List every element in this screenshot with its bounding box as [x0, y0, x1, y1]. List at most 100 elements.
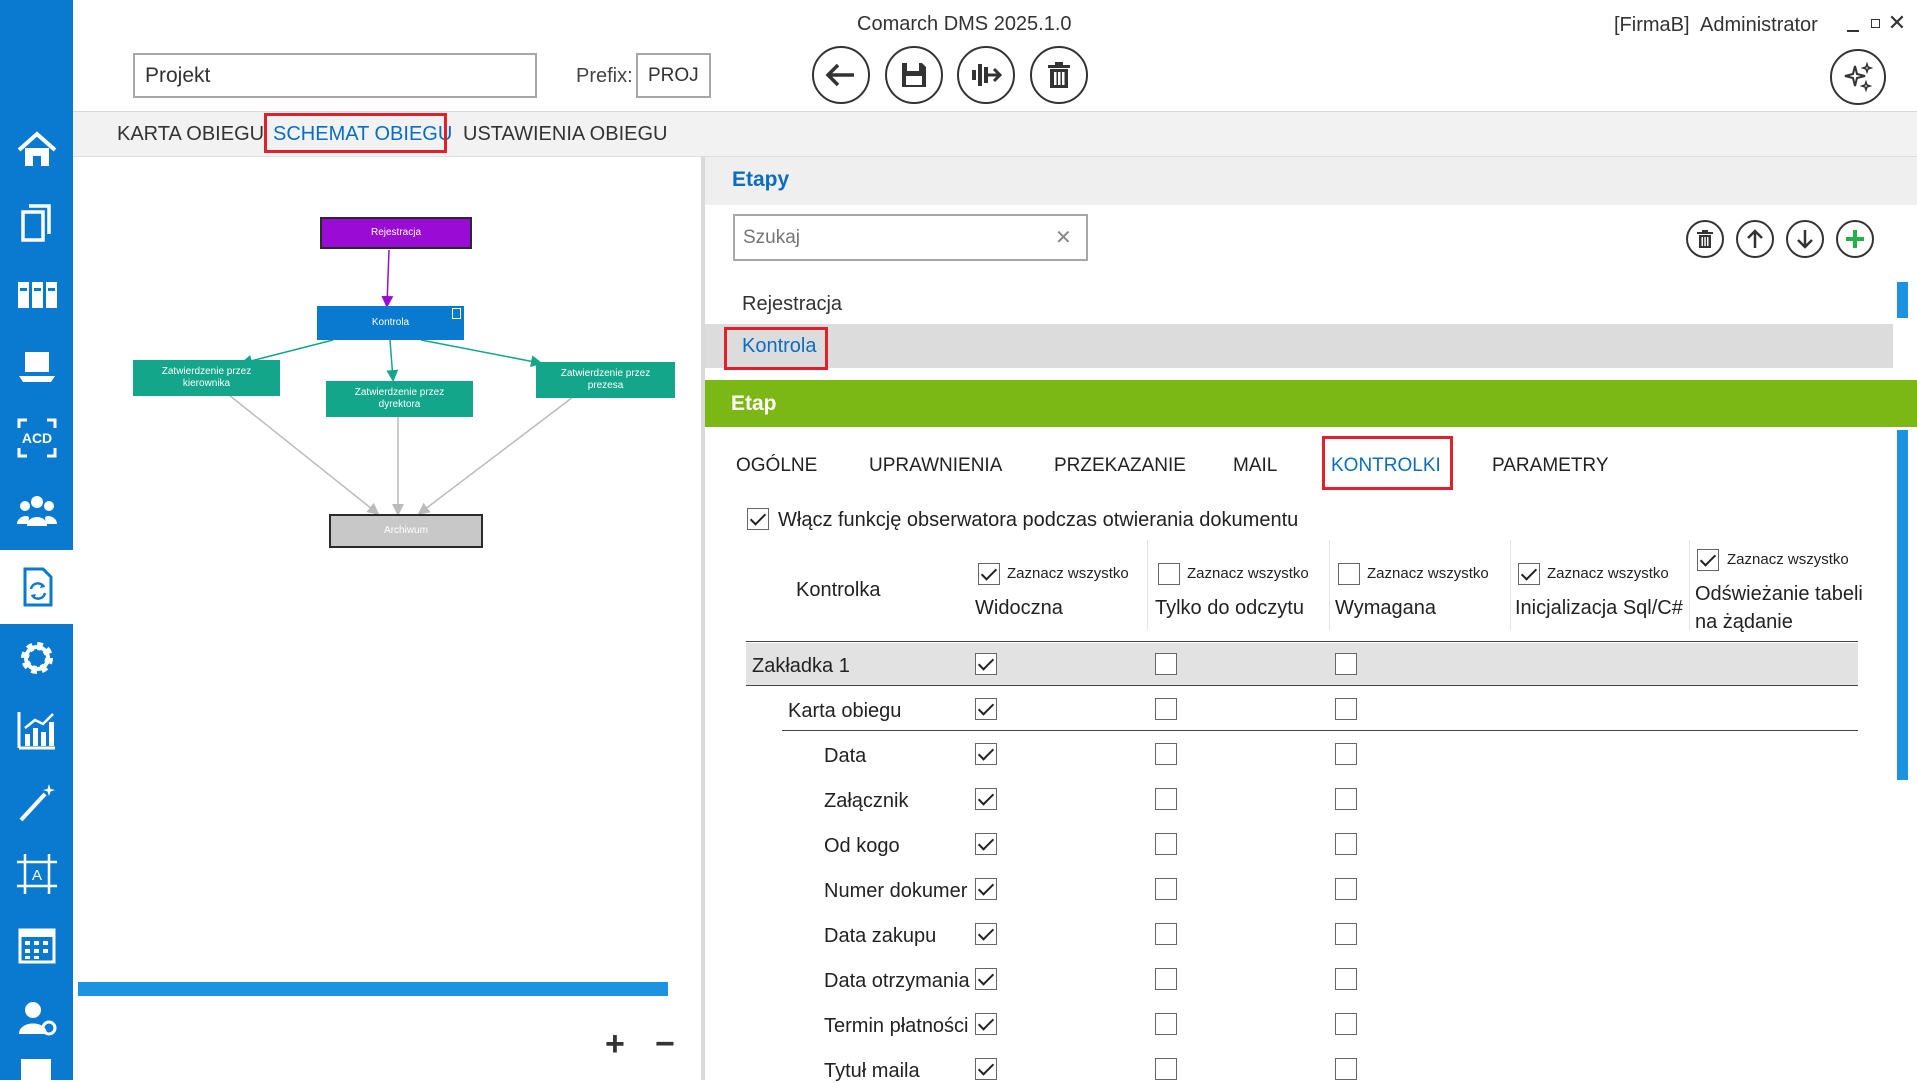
checkbox-tylko-do-odczytu[interactable]	[1155, 788, 1177, 810]
nav-settings[interactable]	[0, 622, 73, 694]
checkbox-tylko-do-odczytu[interactable]	[1155, 743, 1177, 765]
trash-icon	[1048, 62, 1070, 88]
checkbox-tylko-do-odczytu[interactable]	[1155, 923, 1177, 945]
select-all-label: Zaznacz wszystko	[1727, 551, 1849, 568]
delete-stage-button[interactable]	[1686, 220, 1724, 258]
checkbox-wymagana[interactable]	[1335, 923, 1357, 945]
stage-item-rejestracja[interactable]: Rejestracja	[705, 282, 1893, 326]
checkbox-wymagana[interactable]	[1335, 968, 1357, 990]
checkbox-tylko-do-odczytu[interactable]	[1155, 1058, 1177, 1080]
group-row-zakladka[interactable]	[746, 643, 1858, 685]
checkbox-widoczna[interactable]	[975, 1013, 997, 1035]
checkbox-widoczna[interactable]	[975, 653, 997, 675]
clear-search-icon[interactable]: ✕	[1055, 225, 1072, 250]
nav-reports[interactable]	[0, 694, 73, 766]
connector-kontrola-prezes	[420, 339, 543, 368]
select-all-wymagana-checkbox[interactable]	[1338, 563, 1360, 585]
delete-button[interactable]	[1030, 46, 1088, 104]
node-rejestracja[interactable]: Rejestracja	[320, 217, 472, 249]
checkbox-wymagana[interactable]	[1335, 1058, 1357, 1080]
highlight-box	[1322, 436, 1453, 490]
column-tylko-do-odczytu: Tylko do odczytu	[1155, 597, 1304, 619]
select-all-widoczna-checkbox[interactable]	[978, 563, 1000, 585]
nav-calendar[interactable]	[0, 910, 73, 982]
zoom-in-button[interactable]: +	[605, 1027, 625, 1061]
move-up-button[interactable]	[1736, 220, 1774, 258]
nav-binders[interactable]	[0, 258, 73, 330]
nav-home[interactable]	[0, 114, 73, 186]
tab-karta-obiegu[interactable]: KARTA OBIEGU	[117, 112, 264, 157]
checkbox-tylko-do-odczytu[interactable]	[1155, 1013, 1177, 1035]
back-button[interactable]	[812, 46, 870, 104]
etapy-search-input[interactable]	[743, 224, 1043, 252]
prefix-input[interactable]: PROJ	[636, 53, 711, 98]
etap-section-header: Etap	[705, 380, 1917, 427]
checkbox-widoczna[interactable]	[975, 1058, 997, 1080]
ai-assistant-button[interactable]	[1830, 49, 1886, 105]
subtab-mail[interactable]: MAIL	[1233, 455, 1277, 477]
checkbox-widoczna[interactable]	[975, 788, 997, 810]
nav-acd[interactable]: ACD	[0, 402, 73, 474]
stages-scrollbar[interactable]	[1897, 282, 1908, 318]
node-archiwum[interactable]: Archiwum	[329, 514, 483, 548]
node-zatwierdzenie-dyrektor[interactable]: Zatwierdzenie przez dyrektora	[326, 381, 473, 417]
checkbox-wymagana[interactable]	[1335, 698, 1357, 720]
prefix-input-value: PROJ	[648, 64, 699, 86]
nav-more[interactable]	[0, 1054, 73, 1080]
nav-documents[interactable]	[0, 186, 73, 258]
tab-ustawienia-obiegu[interactable]: USTAWIENIA OBIEGU	[463, 112, 667, 157]
checkbox-widoczna[interactable]	[975, 698, 997, 720]
checkbox-tylko-do-odczytu[interactable]	[1155, 968, 1177, 990]
close-icon[interactable]: ✕	[1886, 12, 1908, 34]
select-all-inicjalizacja-checkbox[interactable]	[1518, 563, 1540, 585]
node-kontrola[interactable]: Kontrola	[317, 306, 464, 340]
checkbox-wymagana[interactable]	[1335, 653, 1357, 675]
checkbox-tylko-do-odczytu[interactable]	[1155, 698, 1177, 720]
calendar-icon	[18, 928, 55, 964]
subtab-uprawnienia[interactable]: UPRAWNIENIA	[869, 455, 1002, 477]
checkbox-wymagana[interactable]	[1335, 833, 1357, 855]
nav-workstation[interactable]	[0, 330, 73, 402]
arrow-left-icon	[825, 63, 854, 87]
checkbox-tylko-do-odczytu[interactable]	[1155, 878, 1177, 900]
save-button[interactable]	[885, 46, 943, 104]
node-zatwierdzenie-prezes[interactable]: Zatwierdzenie przez prezesa	[536, 362, 675, 398]
nav-workflow[interactable]	[0, 550, 73, 624]
column-odswiezanie-line2: na żądanie	[1695, 611, 1793, 633]
checkbox-tylko-do-odczytu[interactable]	[1155, 653, 1177, 675]
checkbox-wymagana[interactable]	[1335, 1013, 1357, 1035]
select-all-odswiezanie-checkbox[interactable]	[1697, 549, 1719, 571]
checkbox-wymagana[interactable]	[1335, 743, 1357, 765]
checkbox-widoczna[interactable]	[975, 878, 997, 900]
column-wymagana: Wymagana	[1335, 597, 1436, 619]
move-down-button[interactable]	[1786, 220, 1824, 258]
subtab-parametry[interactable]: PARAMETRY	[1492, 455, 1609, 477]
node-archiwum-label: Archiwum	[384, 525, 428, 536]
observer-checkbox[interactable]	[747, 508, 769, 530]
checkbox-widoczna[interactable]	[975, 968, 997, 990]
nav-wizard[interactable]	[0, 766, 73, 838]
stage-item-kontrola[interactable]: Kontrola	[705, 324, 1893, 368]
checkbox-wymagana[interactable]	[1335, 788, 1357, 810]
etap-scrollbar[interactable]	[1897, 430, 1908, 780]
checkbox-wymagana[interactable]	[1335, 878, 1357, 900]
restore-button[interactable]	[1865, 16, 1885, 34]
node-zatwierdzenie-kierownik[interactable]: Zatwierdzenie przez kierownika	[133, 360, 280, 396]
add-stage-button[interactable]	[1836, 220, 1874, 258]
nav-form-designer[interactable]: A	[0, 838, 73, 910]
column-widoczna: Widoczna	[975, 597, 1063, 619]
subtab-ogolne[interactable]: OGÓLNE	[736, 455, 817, 477]
save-and-close-button[interactable]	[957, 46, 1015, 104]
minimize-button[interactable]	[1843, 16, 1863, 34]
select-all-tylko-do-odczytu-checkbox[interactable]	[1158, 563, 1180, 585]
horizontal-scrollbar[interactable]	[78, 982, 668, 996]
checkbox-tylko-do-odczytu[interactable]	[1155, 833, 1177, 855]
checkbox-widoczna[interactable]	[975, 923, 997, 945]
nav-user-settings[interactable]	[0, 982, 73, 1054]
zoom-out-button[interactable]: −	[655, 1027, 675, 1061]
checkbox-widoczna[interactable]	[975, 743, 997, 765]
name-input[interactable]: Projekt	[133, 53, 537, 98]
nav-users[interactable]	[0, 474, 73, 546]
subtab-przekazanie[interactable]: PRZEKAZANIE	[1054, 455, 1186, 477]
checkbox-widoczna[interactable]	[975, 833, 997, 855]
